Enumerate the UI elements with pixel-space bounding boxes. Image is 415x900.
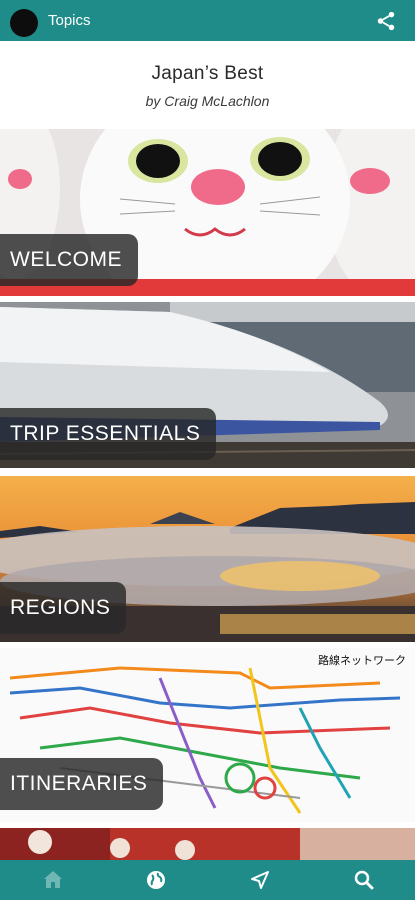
topic-label-regions: REGIONS [0, 582, 127, 634]
globe-icon[interactable] [144, 868, 168, 892]
avatar[interactable] [10, 9, 38, 37]
topic-tile-itineraries[interactable]: 路線ネットワーク ITINERARIES [0, 648, 415, 822]
topic-tile-welcome[interactable]: WELCOME [0, 129, 415, 296]
share-icon[interactable] [375, 10, 397, 32]
bottom-nav [0, 860, 415, 900]
book-title: Japan’s Best [151, 63, 264, 84]
home-icon[interactable] [41, 868, 65, 892]
topic-tile-trip-essentials[interactable]: TRIP ESSENTIALS [0, 302, 415, 468]
app-bar: Topics [0, 0, 415, 41]
topic-tile-regions[interactable]: REGIONS [0, 476, 415, 642]
search-icon[interactable] [352, 868, 376, 892]
topic-tile-partial[interactable] [0, 828, 415, 860]
geisha-image [0, 828, 415, 860]
topic-label-trip-essentials: TRIP ESSENTIALS [0, 408, 217, 460]
rail-map-title: 路線ネットワーク [318, 655, 406, 667]
topic-label-itineraries: ITINERARIES [0, 758, 164, 810]
book-author: by Craig McLachlon [145, 93, 270, 109]
book-header: Japan’s Best by Craig McLachlon [0, 41, 415, 129]
navigation-arrow-icon[interactable] [248, 868, 272, 892]
app-bar-title: Topics [48, 12, 91, 29]
topic-label-welcome: WELCOME [0, 234, 139, 286]
